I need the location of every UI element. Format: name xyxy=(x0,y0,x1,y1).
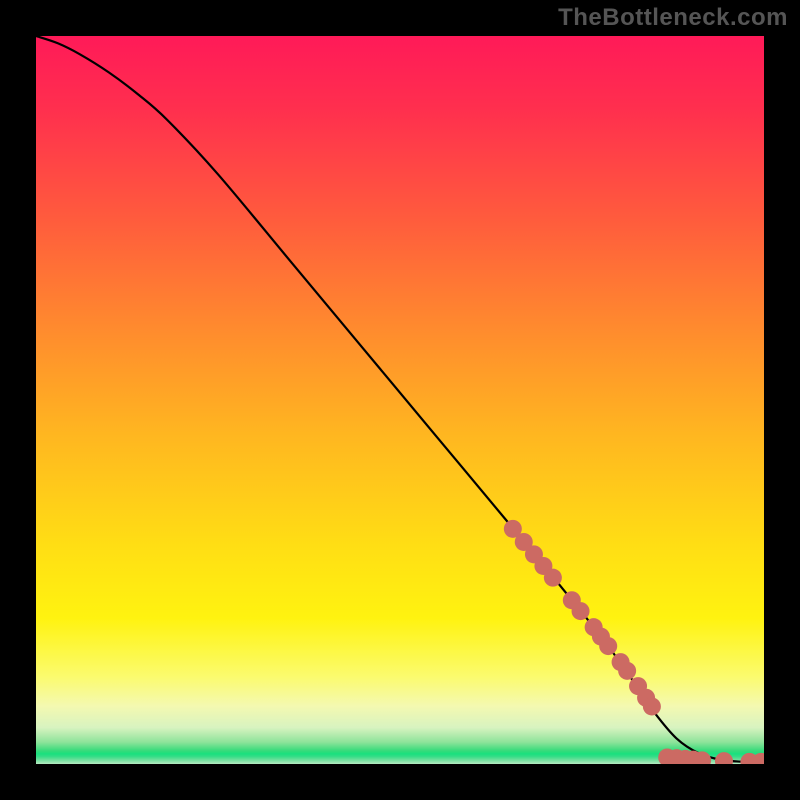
data-marker xyxy=(572,602,590,620)
data-marker xyxy=(618,662,636,680)
data-marker xyxy=(544,569,562,587)
data-marker xyxy=(715,752,733,764)
marker-group xyxy=(504,520,764,764)
chart-frame: TheBottleneck.com xyxy=(0,0,800,800)
curve-line xyxy=(36,36,764,763)
plot-area xyxy=(36,36,764,764)
data-marker xyxy=(643,697,661,715)
chart-svg xyxy=(36,36,764,764)
data-marker xyxy=(599,637,617,655)
attribution-label: TheBottleneck.com xyxy=(558,4,788,32)
